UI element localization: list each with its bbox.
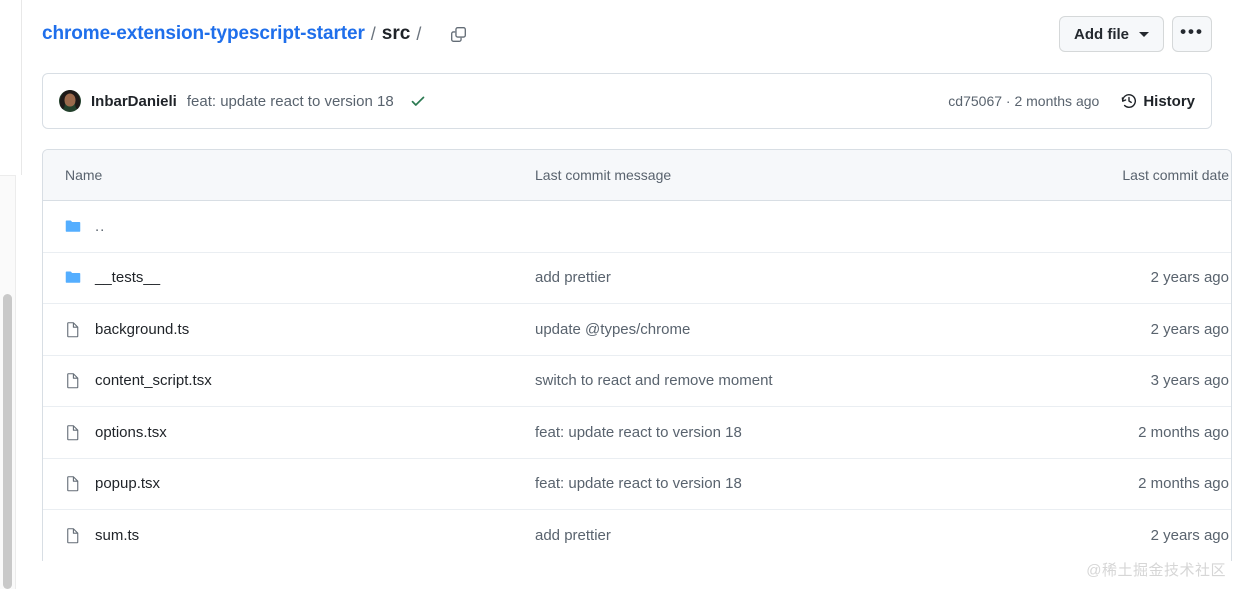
- file-table: Name Last commit message Last commit dat…: [42, 149, 1232, 561]
- latest-commit-meta: cd75067 · 2 months ago History: [948, 93, 1195, 110]
- entry-name-link[interactable]: ..: [95, 218, 105, 235]
- row-commit-date: 2 years ago: [1150, 269, 1229, 287]
- row-name-cell: popup.tsx: [43, 475, 535, 492]
- row-name-cell: background.ts: [43, 321, 535, 338]
- file-icon: [65, 321, 81, 338]
- avatar-face: [64, 93, 76, 107]
- add-file-label: Add file: [1074, 25, 1129, 43]
- breadcrumb: chrome-extension-typescript-starter / sr…: [42, 21, 471, 47]
- commit-message-link[interactable]: feat: update react to version 18: [187, 93, 394, 110]
- latest-commit-info: InbarDanieli feat: update react to versi…: [59, 90, 426, 112]
- breadcrumb-separator-2: /: [416, 23, 422, 44]
- breadcrumb-repo-link[interactable]: chrome-extension-typescript-starter: [42, 23, 365, 45]
- avatar-hair-right: [75, 95, 80, 109]
- row-name-cell: ..: [43, 218, 535, 235]
- repo-file-browser: chrome-extension-typescript-starter / sr…: [0, 0, 1240, 588]
- table-row[interactable]: content_script.tsx switch to react and re…: [43, 356, 1231, 407]
- table-row[interactable]: sum.ts add prettier 2 years ago: [43, 510, 1231, 561]
- file-icon: [65, 373, 81, 389]
- check-success-icon[interactable]: [410, 93, 426, 109]
- commit-sha[interactable]: cd75067: [948, 93, 1002, 109]
- commit-meta-separator: ·: [1005, 93, 1011, 109]
- header-actions: Add file •••: [1059, 16, 1212, 52]
- column-header-message: Last commit message: [535, 167, 672, 183]
- history-clock-icon: [1121, 93, 1137, 109]
- breadcrumb-separator-1: /: [370, 23, 376, 44]
- entry-name-link[interactable]: content_script.tsx: [95, 372, 212, 389]
- copy-path-icon[interactable]: [445, 21, 471, 47]
- avatar[interactable]: [59, 90, 81, 112]
- table-header-row: Name Last commit message Last commit dat…: [43, 150, 1231, 201]
- commit-author-link[interactable]: InbarDanieli: [91, 93, 177, 110]
- table-row[interactable]: background.ts update @types/chrome 2 years…: [43, 304, 1231, 356]
- folder-icon: [65, 218, 81, 234]
- entry-name-link[interactable]: sum.ts: [95, 527, 139, 544]
- breadcrumb-current-dir: src: [381, 23, 411, 44]
- row-commit-message[interactable]: update @types/chrome: [535, 321, 1081, 338]
- table-row[interactable]: popup.tsx feat: update react to version 1…: [43, 459, 1231, 510]
- row-commit-message[interactable]: feat: update react to version 18: [535, 424, 1081, 441]
- row-commit-date: 2 months ago: [1138, 423, 1229, 441]
- entry-name-link[interactable]: options.tsx: [95, 424, 167, 441]
- entry-name-link[interactable]: popup.tsx: [95, 475, 160, 492]
- table-row[interactable]: ..: [43, 201, 1231, 253]
- commit-relative-time: 2 months ago: [1014, 93, 1100, 109]
- table-row[interactable]: options.tsx feat: update react to version…: [43, 407, 1231, 459]
- repo-header: chrome-extension-typescript-starter / sr…: [42, 12, 1212, 56]
- file-icon: [65, 424, 81, 441]
- file-icon: [65, 527, 81, 544]
- row-commit-date: 2 months ago: [1138, 475, 1229, 493]
- row-commit-date: 2 years ago: [1150, 526, 1229, 544]
- latest-commit-bar: InbarDanieli feat: update react to versi…: [42, 73, 1212, 129]
- row-commit-message[interactable]: switch to react and remove moment: [535, 372, 1081, 389]
- file-icon: [65, 476, 81, 492]
- kebab-horizontal-icon: •••: [1180, 21, 1204, 41]
- row-name-cell: __tests__: [43, 269, 535, 286]
- row-commit-message[interactable]: feat: update react to version 18: [535, 475, 1081, 492]
- watermark: @稀土掘金技术社区: [1086, 562, 1226, 579]
- history-label: History: [1143, 92, 1195, 110]
- row-name-cell: content_script.tsx: [43, 372, 535, 389]
- row-commit-message[interactable]: add prettier: [535, 269, 1081, 286]
- column-header-name: Name: [65, 167, 103, 183]
- row-commit-date: 2 years ago: [1150, 320, 1229, 338]
- column-header-date: Last commit date: [1122, 167, 1229, 183]
- entry-name-link[interactable]: background.ts: [95, 321, 189, 338]
- add-file-button[interactable]: Add file: [1059, 16, 1164, 52]
- row-name-cell: sum.ts: [43, 527, 535, 544]
- row-commit-date: 3 years ago: [1150, 372, 1229, 390]
- entry-name-link[interactable]: __tests__: [95, 269, 160, 286]
- table-body: .. __tests__ add prettier 2 years ago backgr…: [43, 201, 1231, 561]
- row-name-cell: options.tsx: [43, 424, 535, 441]
- table-row[interactable]: __tests__ add prettier 2 years ago: [43, 253, 1231, 304]
- folder-icon: [65, 270, 81, 286]
- history-link[interactable]: History: [1121, 93, 1195, 110]
- row-commit-message[interactable]: add prettier: [535, 527, 1081, 544]
- commit-sha-and-time: cd75067 · 2 months ago: [948, 93, 1099, 109]
- more-options-button[interactable]: •••: [1172, 16, 1212, 52]
- chevron-down-icon: [1139, 31, 1149, 37]
